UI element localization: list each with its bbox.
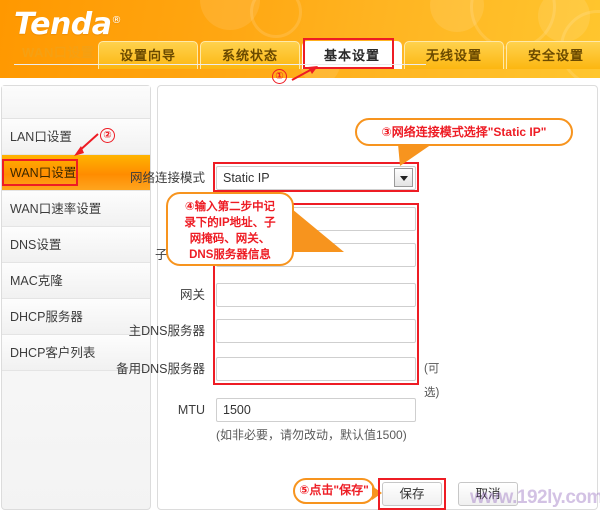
form-row-secondary-dns: 备用DNS服务器 (可选) bbox=[0, 357, 441, 399]
decorative-bubble bbox=[250, 0, 302, 38]
step-4-pointer-icon bbox=[292, 209, 344, 252]
sidebar-item-lan-settings[interactable]: LAN口设置 bbox=[2, 119, 150, 155]
mtu-hint-text: (如非必要，请勿改动，默认值1500) bbox=[216, 428, 407, 442]
connection-mode-select-wrapper[interactable]: Static IP bbox=[216, 166, 416, 190]
logo-text: Tenda bbox=[14, 7, 112, 42]
annotation-step-3-callout: ③网络连接模式选择"Static IP" bbox=[355, 118, 573, 146]
label-gateway: 网关 bbox=[179, 288, 205, 302]
panel-title: WAN口设置 bbox=[22, 45, 95, 60]
annotation-step-5-callout: ⑤点击"保存" bbox=[293, 478, 375, 504]
panel-divider bbox=[14, 64, 426, 65]
label-secondary-dns: 备用DNS服务器 bbox=[116, 362, 205, 376]
trademark-symbol: ® bbox=[111, 15, 122, 26]
annotation-step-4-callout: ④输入第二步中记 录下的IP地址、子 网掩码、网关、 DNS服务器信息 bbox=[166, 192, 294, 266]
step-4-line-1: ④输入第二步中记 bbox=[184, 201, 276, 213]
mtu-input[interactable] bbox=[216, 398, 416, 422]
connection-mode-select[interactable]: Static IP bbox=[216, 166, 416, 190]
save-button[interactable]: 保存 bbox=[382, 482, 442, 506]
form-row-primary-dns: 主DNS服务器 bbox=[0, 319, 441, 357]
step-4-line-2: 录下的IP地址、子 bbox=[184, 217, 276, 229]
step-4-line-4: DNS服务器信息 bbox=[189, 249, 271, 261]
step-4-line-3: 网掩码、网关、 bbox=[189, 233, 271, 245]
tenda-logo: Tenda® bbox=[14, 4, 122, 42]
label-connection-mode: 网络连接模式 bbox=[129, 171, 205, 185]
secondary-dns-input[interactable] bbox=[216, 357, 416, 381]
label-mtu: MTU bbox=[177, 403, 205, 417]
step-3-pointer-icon bbox=[398, 144, 432, 166]
tab-security-settings[interactable]: 安全设置 bbox=[506, 41, 600, 69]
sidebar-top-spacer bbox=[2, 86, 150, 119]
label-primary-dns: 主DNS服务器 bbox=[128, 324, 205, 338]
primary-dns-input[interactable] bbox=[216, 319, 416, 343]
gateway-input[interactable] bbox=[216, 283, 416, 307]
form-row-gateway: 网关 bbox=[0, 283, 441, 321]
cancel-button[interactable]: 取消 bbox=[458, 482, 518, 506]
app-header: Tenda® 设置向导 系统状态 基本设置 无线设置 安全设置 bbox=[0, 0, 600, 78]
form-row-mtu: MTU (如非必要，请勿改动，默认值1500) bbox=[0, 398, 441, 442]
